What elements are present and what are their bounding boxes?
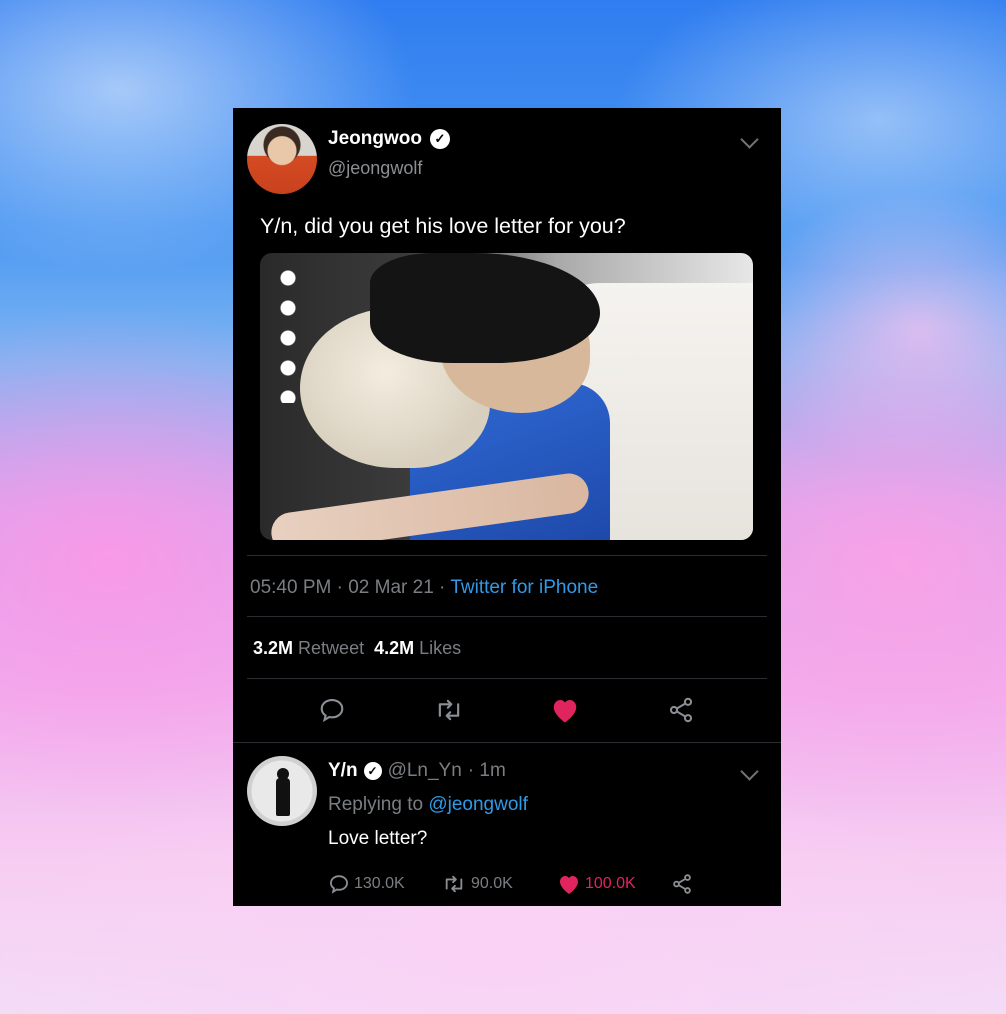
author-name[interactable]: Jeongwoo	[328, 128, 422, 150]
chevron-down-icon[interactable]	[740, 130, 759, 149]
heart-icon[interactable]	[549, 695, 581, 725]
reply-text: Love letter?	[328, 828, 428, 849]
divider	[247, 678, 767, 679]
tweet-card: Jeongwoo ✓ @jeongwolf Y/n, did you get h…	[233, 108, 781, 906]
reply-author-avatar[interactable]	[247, 756, 317, 826]
reply-name-row: Y/n ✓ @Ln_Yn · 1m	[328, 760, 506, 782]
reply-reply-action[interactable]: 130.0K	[328, 873, 405, 895]
divider	[233, 742, 781, 743]
replying-mention-link[interactable]: @jeongwolf	[428, 794, 528, 815]
tweet-photo[interactable]	[260, 253, 753, 540]
author-handle[interactable]: @jeongwolf	[328, 158, 422, 179]
chevron-down-icon[interactable]	[740, 762, 759, 781]
reply-icon[interactable]	[317, 695, 347, 725]
reply-share-action[interactable]	[671, 873, 693, 895]
reply-author-handle[interactable]: @Ln_Yn	[388, 760, 462, 782]
retweet-count[interactable]: 3.2M	[253, 638, 293, 658]
replying-prefix: Replying to	[328, 794, 424, 815]
retweet-icon[interactable]	[433, 695, 465, 725]
reply-retweet-action[interactable]: 90.0K	[441, 873, 513, 895]
tweet-text: Y/n, did you get his love letter for you…	[260, 214, 626, 238]
share-icon[interactable]	[665, 695, 697, 725]
tweet-meta: 05:40 PM · 02 Mar 21 · Twitter for iPhon…	[250, 577, 598, 599]
share-icon	[673, 874, 691, 894]
divider	[247, 616, 767, 617]
reply-retweet-count: 90.0K	[471, 875, 513, 892]
reply-like-count: 100.0K	[585, 875, 636, 892]
avatar-figure-body	[276, 778, 290, 816]
reply-reply-count: 130.0K	[354, 875, 405, 892]
reply-age: · 1m	[467, 760, 506, 781]
verified-icon: ✓	[363, 762, 382, 780]
like-count[interactable]: 4.2M	[374, 638, 414, 658]
verified-icon: ✓	[429, 129, 450, 149]
tweet-source-link[interactable]: Twitter for iPhone	[450, 577, 598, 598]
photo-lights	[280, 263, 296, 403]
meta-separator: ·	[331, 577, 349, 598]
photo-dark-hair	[370, 253, 600, 363]
reply-author-name[interactable]: Y/n	[328, 760, 358, 782]
tweet-stats: 3.2M Retweet 4.2M Likes	[253, 638, 461, 659]
author-name-row: Jeongwoo ✓	[328, 128, 450, 150]
retweet-label[interactable]: Retweet	[298, 638, 364, 658]
retweet-icon	[445, 875, 463, 893]
tweet-time: 05:40 PM	[250, 577, 332, 598]
meta-separator: ·	[433, 577, 451, 598]
reply-icon	[330, 875, 348, 894]
replying-to: Replying to @jeongwolf	[328, 794, 528, 816]
reply-like-action[interactable]: 100.0K	[557, 873, 636, 895]
divider	[247, 555, 767, 556]
heart-icon	[560, 876, 578, 894]
like-label[interactable]: Likes	[419, 638, 461, 658]
author-avatar[interactable]	[247, 124, 317, 194]
tweet-date: 02 Mar 21	[348, 577, 434, 598]
